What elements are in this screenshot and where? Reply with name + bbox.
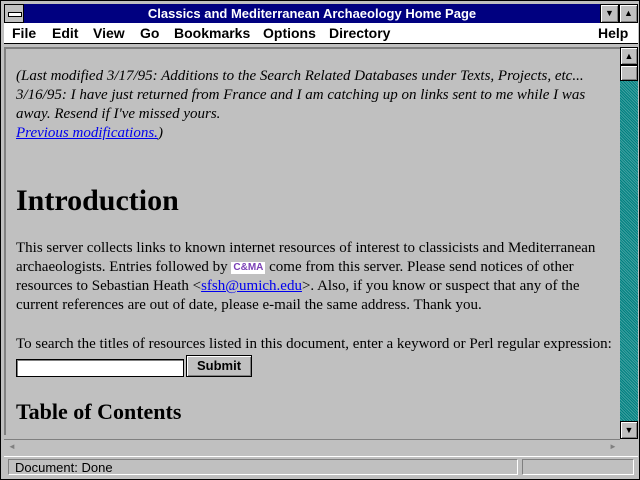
horizontal-scrollbar[interactable]: ◄ ► bbox=[4, 439, 620, 454]
intro-paragraph: This server collects links to known inte… bbox=[16, 239, 616, 315]
menu-view[interactable]: View bbox=[93, 23, 125, 43]
document-view[interactable]: (Last modified 3/17/95: Additions to the… bbox=[4, 47, 620, 435]
notice-line-1: (Last modified 3/17/95: Additions to the… bbox=[16, 68, 584, 84]
browser-window: Classics and Mediterranean Archaeology H… bbox=[0, 0, 640, 480]
menu-bar: File Edit View Go Bookmarks Options Dire… bbox=[4, 23, 638, 44]
menu-options[interactable]: Options bbox=[263, 23, 316, 43]
vertical-scrollbar[interactable]: ▲ ▼ bbox=[620, 47, 638, 439]
scrollbar-corner bbox=[620, 439, 638, 454]
notice-line-2: 3/16/95: I have just returned from Franc… bbox=[16, 87, 586, 122]
menu-file[interactable]: File bbox=[12, 23, 36, 43]
scroll-down-button[interactable]: ▼ bbox=[620, 421, 638, 439]
heading-table-of-contents: Table of Contents bbox=[16, 399, 182, 424]
notice-close: ) bbox=[157, 125, 163, 141]
menu-edit[interactable]: Edit bbox=[52, 23, 78, 43]
status-bar: Document: Done bbox=[4, 456, 638, 479]
status-text: Document: Done bbox=[8, 459, 518, 475]
cma-badge-icon: C&MA bbox=[231, 262, 266, 274]
heading-introduction: Introduction bbox=[16, 184, 179, 217]
scroll-track[interactable] bbox=[620, 65, 638, 421]
minimize-button[interactable]: ▼ bbox=[600, 4, 619, 23]
system-menu-button[interactable] bbox=[4, 4, 24, 23]
scroll-thumb[interactable] bbox=[620, 65, 638, 81]
previous-modifications-link[interactable]: Previous modifications. bbox=[16, 125, 158, 141]
email-link[interactable]: sfsh@umich.edu bbox=[201, 278, 302, 294]
search-label: To search the titles of resources listed… bbox=[16, 336, 612, 352]
update-notice: (Last modified 3/17/95: Additions to the… bbox=[16, 67, 616, 143]
search-input[interactable] bbox=[16, 359, 184, 377]
submit-button[interactable]: Submit bbox=[186, 355, 252, 377]
scroll-right-button[interactable]: ► bbox=[606, 440, 620, 454]
scroll-up-button[interactable]: ▲ bbox=[620, 47, 638, 65]
menu-go[interactable]: Go bbox=[140, 23, 159, 43]
maximize-button[interactable]: ▲ bbox=[619, 4, 638, 23]
progress-indicator bbox=[522, 459, 634, 475]
scroll-left-button[interactable]: ◄ bbox=[5, 440, 19, 454]
menu-directory[interactable]: Directory bbox=[329, 23, 390, 43]
menu-help[interactable]: Help bbox=[598, 23, 628, 43]
menu-bookmarks[interactable]: Bookmarks bbox=[174, 23, 250, 43]
window-title: Classics and Mediterranean Archaeology H… bbox=[147, 6, 477, 21]
title-bar: Classics and Mediterranean Archaeology H… bbox=[4, 4, 638, 23]
system-menu-icon bbox=[8, 12, 22, 17]
